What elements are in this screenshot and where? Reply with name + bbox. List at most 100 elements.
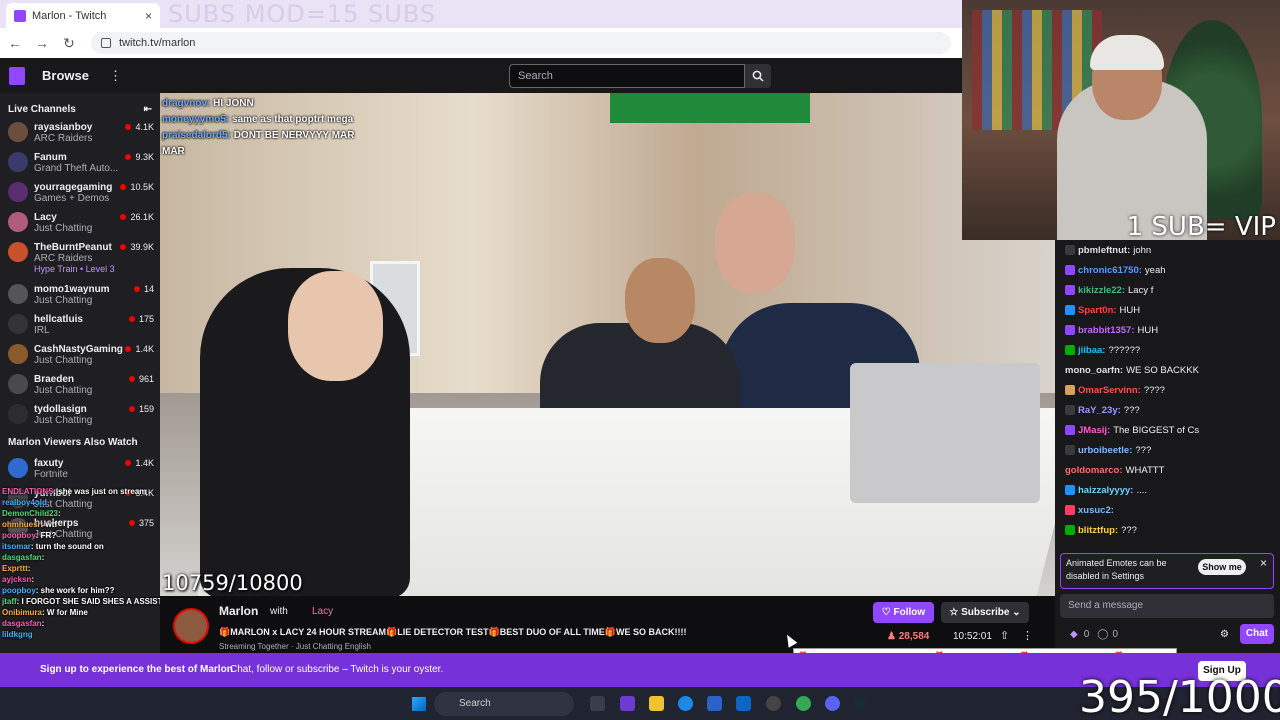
live-dot-icon: [120, 184, 127, 190]
subscribe-button[interactable]: ☆ Subscribe ⌄: [941, 602, 1029, 623]
file-explorer-icon[interactable]: [649, 696, 664, 711]
channel-text: hellcatluis IRL: [34, 314, 129, 336]
overlay-chat-user: itsomar: [2, 542, 31, 551]
store-icon[interactable]: [707, 696, 722, 711]
task-view-icon[interactable]: [590, 696, 605, 711]
chat-username[interactable]: mono_oarfn:: [1065, 365, 1123, 376]
windows-start-icon[interactable]: [412, 697, 426, 711]
chat-username[interactable]: blitztfup:: [1078, 525, 1118, 536]
channel-points-count: 0: [1112, 628, 1119, 640]
chat-username[interactable]: Spart0n:: [1078, 305, 1117, 316]
user-badge-icon: [1065, 285, 1075, 295]
follow-label: Follow: [893, 607, 926, 618]
outlook-icon[interactable]: [736, 696, 751, 711]
chat-message: pbmleftnut: john: [1055, 240, 1280, 260]
browser-tab[interactable]: Marlon - Twitch ×: [6, 3, 160, 28]
channel-avatar: [8, 212, 28, 232]
chat-username[interactable]: goldomarco:: [1065, 465, 1123, 476]
chat-username[interactable]: pbmleftnut:: [1078, 245, 1130, 256]
channel-avatar[interactable]: [173, 608, 209, 644]
sidebar-channel-item[interactable]: momo1waynum Just Chatting 14: [0, 281, 160, 311]
chat-username[interactable]: JMasij:: [1078, 425, 1110, 436]
tab-title: Marlon - Twitch: [32, 9, 107, 22]
more-menu-icon[interactable]: ⋮: [109, 68, 122, 84]
chrome-icon[interactable]: [796, 696, 811, 711]
reload-icon[interactable]: ↻: [57, 35, 81, 52]
chat-settings-icon[interactable]: ⚙: [1220, 629, 1229, 640]
site-info-icon[interactable]: [101, 38, 111, 48]
viewer-count-value: 26.1K: [130, 212, 154, 222]
collapse-sidebar-icon[interactable]: ⇤: [144, 104, 152, 115]
twitch-logo-icon[interactable]: [9, 66, 25, 85]
channel-category: Just Chatting: [34, 223, 93, 234]
video-player[interactable]: dragvnov: HI JONN moneyyymo5: same as tha…: [160, 93, 1055, 596]
chat-message: haizzalyyyy:....: [1055, 480, 1280, 500]
discord-icon[interactable]: [825, 696, 840, 711]
stream-tags[interactable]: Streaming Together · Just Chatting Engli…: [219, 642, 371, 651]
sidebar-channel-item[interactable]: Lacy Just Chatting 26.1K: [0, 209, 160, 239]
url-field[interactable]: twitch.tv/marlon: [91, 32, 951, 54]
sidebar-channel-item[interactable]: Braeden Just Chatting 961: [0, 371, 160, 401]
channel-name[interactable]: Marlon: [219, 604, 258, 618]
sidebar-channel-item[interactable]: Fanum Grand Theft Auto... 9.3K: [0, 149, 160, 179]
channel-category: Just Chatting: [34, 295, 93, 306]
browse-link[interactable]: Browse: [42, 68, 89, 83]
channel-name: hellcatluis: [34, 314, 83, 325]
app-icon[interactable]: [620, 696, 635, 711]
viewer-count: 4.1K: [125, 122, 154, 132]
chat-username[interactable]: jiibaa:: [1078, 345, 1105, 356]
user-badge-icon: [1065, 345, 1075, 355]
share-icon[interactable]: ⇧: [1000, 629, 1009, 642]
overlay-chat-line: poopboy: FR?: [2, 530, 180, 541]
video-person-right-head: [715, 193, 795, 293]
search-button[interactable]: [745, 64, 771, 88]
channel-avatar: [8, 242, 28, 262]
sidebar-channel-item[interactable]: faxuty Fortnite 1.4K: [0, 455, 160, 485]
chat-text: HUH: [1119, 304, 1141, 316]
search-input[interactable]: Search: [509, 64, 745, 88]
sidebar-channel-item[interactable]: TheBurntPeanut ARC Raiders Hype Train • Le…: [0, 239, 160, 281]
chat-username[interactable]: haizzalyyyy:: [1078, 485, 1133, 496]
forward-arrow-icon[interactable]: →: [30, 35, 54, 51]
show-me-button[interactable]: Show me: [1198, 559, 1246, 575]
bits-icon[interactable]: ◆: [1070, 629, 1078, 640]
chat-username[interactable]: kikizzle22:: [1078, 285, 1125, 296]
live-channels-header: Live Channels ⇤: [0, 93, 160, 119]
channel-points-icon[interactable]: ◯: [1097, 629, 1108, 640]
chat-send-button[interactable]: Chat: [1240, 624, 1274, 644]
channel-avatar: [8, 182, 28, 202]
steam-icon[interactable]: [854, 696, 869, 711]
sidebar-channel-item[interactable]: yourragegaming Games + Demos 10.5K: [0, 179, 160, 209]
more-options-icon[interactable]: ⋮: [1022, 629, 1033, 642]
chat-username[interactable]: chronic61750:: [1078, 265, 1142, 276]
taskbar-search[interactable]: Search: [434, 692, 574, 716]
chat-username[interactable]: xusuc2:: [1078, 505, 1114, 516]
app-icon-2[interactable]: [766, 696, 781, 711]
channel-avatar: [8, 404, 28, 424]
tab-close-icon[interactable]: ×: [145, 9, 152, 23]
back-arrow-icon[interactable]: ←: [3, 35, 27, 51]
video-chat-line: moneyyymo5: same as that poptrt mega: [162, 112, 372, 128]
chat-username[interactable]: brabbit1357:: [1078, 325, 1135, 336]
channel-text: Braeden Just Chatting: [34, 374, 129, 396]
chat-username[interactable]: urboibeetle:: [1078, 445, 1132, 456]
video-chat-text: same as that poptrt mega: [232, 114, 354, 125]
viewer-count: 39.9K: [120, 242, 154, 252]
sidebar-channel-item[interactable]: hellcatluis IRL 175: [0, 311, 160, 341]
sidebar-channel-item[interactable]: tydollasign Just Chatting 159: [0, 401, 160, 431]
guest-name-link[interactable]: Lacy: [312, 606, 333, 617]
channel-name: CashNastyGaming: [34, 344, 123, 355]
chat-username[interactable]: OmarServinn:: [1078, 385, 1141, 396]
overlay-chat-line: realboy4old: [2, 497, 180, 508]
channel-text: yourragegaming Games + Demos: [34, 182, 120, 204]
sidebar-channel-item[interactable]: CashNastyGaming Just Chatting 1.4K: [0, 341, 160, 371]
edge-icon[interactable]: [678, 696, 693, 711]
sidebar-channel-item[interactable]: rayasianboy ARC Raiders 4.1K: [0, 119, 160, 149]
webcam-overlay: 1 SUB= VIP: [962, 0, 1280, 240]
chat-username[interactable]: RaY_23y:: [1078, 405, 1121, 416]
notice-close-icon[interactable]: ×: [1260, 557, 1267, 570]
follow-button[interactable]: ♡ Follow: [873, 602, 934, 623]
chat-message-input[interactable]: Send a message: [1060, 594, 1274, 618]
overlay-chat-line: dasgasfan:: [2, 552, 180, 563]
live-dot-icon: [128, 406, 135, 412]
